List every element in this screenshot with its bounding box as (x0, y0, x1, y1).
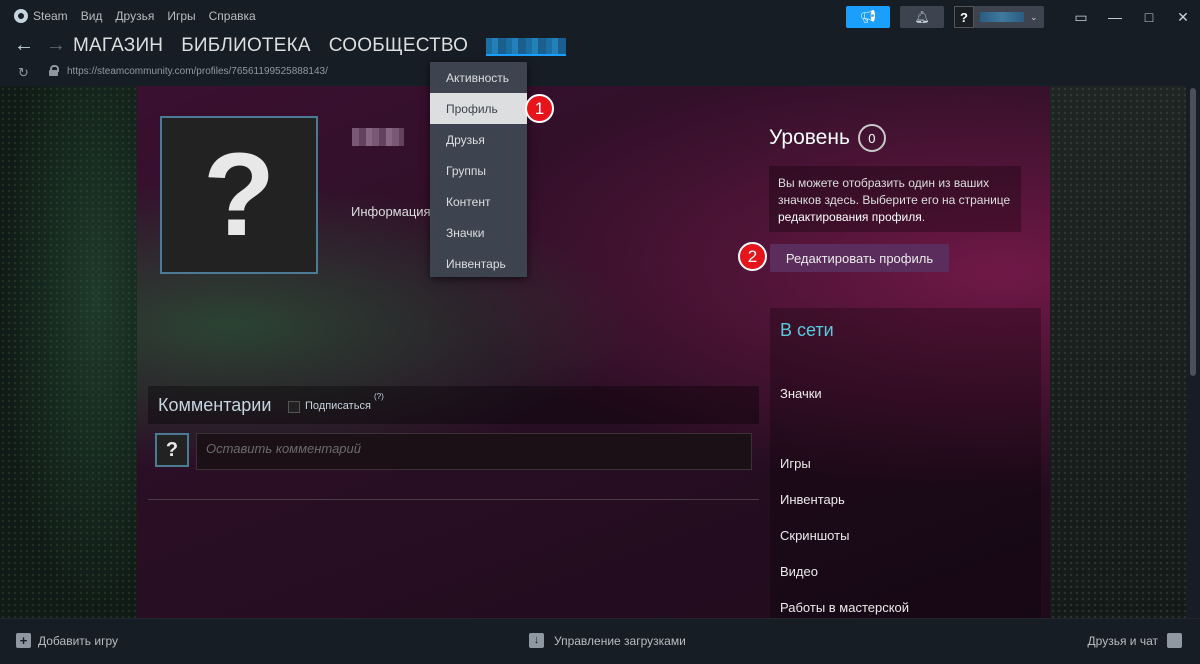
online-status-box: В сети Значки Игры Инвентарь Скриншоты В… (770, 308, 1041, 618)
account-name-redacted (980, 12, 1024, 22)
profile-info-label: Информация (351, 204, 431, 219)
download-icon: ↓ (529, 633, 544, 648)
steam-logo-icon[interactable] (14, 9, 28, 23)
persona-name-redacted (352, 128, 404, 146)
profile-dropdown-menu: Активность Профиль Друзья Группы Контент… (430, 62, 527, 277)
notifications-button[interactable]: 🔔︎ (900, 6, 944, 28)
menu-games[interactable]: Игры (167, 9, 195, 23)
background-left (0, 86, 137, 618)
url-bar: ↻ https://steamcommunity.com/profiles/76… (0, 62, 1200, 84)
back-arrow-icon[interactable]: ← (14, 34, 34, 57)
tab-library[interactable]: БИБЛИОТЕКА (181, 35, 311, 57)
tab-community[interactable]: СООБЩЕСТВО (329, 35, 468, 57)
comments-title: Комментарии (158, 395, 272, 415)
announcements-button[interactable]: 📢︎ (846, 6, 890, 28)
link-badges[interactable]: Значки (780, 386, 822, 401)
badge-info-box: Вы можете отобразить один из ваших значк… (769, 166, 1021, 232)
annotation-marker-1: 1 (525, 94, 554, 123)
edit-profile-link[interactable]: редактирования профиля (778, 210, 922, 224)
link-workshop[interactable]: Работы в мастерской (780, 600, 909, 615)
link-videos[interactable]: Видео (780, 564, 818, 579)
link-games[interactable]: Игры (780, 456, 811, 471)
badge-info-text: Вы можете отобразить один из ваших значк… (778, 176, 1011, 207)
add-game-button[interactable]: + Добавить игру (16, 633, 118, 648)
subscribe-label[interactable]: Подписаться (305, 400, 371, 412)
minimize-icon[interactable]: — (1098, 9, 1132, 25)
dropdown-item-badges[interactable]: Значки (430, 217, 527, 248)
dropdown-item-inventory[interactable]: Инвентарь (430, 248, 527, 279)
nav-row: ← → МАГАЗИН БИБЛИОТЕКА СООБЩЕСТВО (0, 34, 1200, 62)
dropdown-item-content[interactable]: Контент (430, 186, 527, 217)
title-bar: Steam Вид Друзья Игры Справка 📢︎ 🔔︎ ? ⌄ … (0, 0, 1200, 34)
bell-icon: 🔔︎ (914, 10, 930, 24)
url-text[interactable]: https://steamcommunity.com/profiles/7656… (67, 66, 328, 77)
friends-icon (1167, 633, 1182, 648)
edit-profile-button[interactable]: Редактировать профиль (770, 244, 949, 272)
tab-username-redacted[interactable] (486, 38, 567, 56)
annotation-marker-2: 2 (738, 242, 767, 271)
lock-icon (49, 65, 59, 76)
background-right (1050, 86, 1186, 618)
menu-steam[interactable]: Steam (33, 9, 68, 23)
add-game-label: Добавить игру (38, 633, 118, 648)
menu-friends[interactable]: Друзья (115, 9, 154, 23)
chevron-down-icon: ⌄ (1030, 11, 1038, 22)
divider (148, 499, 759, 500)
megaphone-icon: 📢︎ (859, 9, 877, 24)
profile-page: ? Информация Уровень 0 Вы можете отобраз… (0, 86, 1200, 618)
account-menu[interactable]: ? ⌄ (954, 6, 1044, 28)
downloads-button[interactable]: ↓ Управление загрузками (529, 633, 686, 648)
scrollbar-thumb[interactable] (1190, 88, 1196, 376)
dropdown-item-activity[interactable]: Активность (430, 62, 527, 93)
comments-header: Комментарии Подписаться (?) (148, 386, 759, 424)
comment-avatar: ? (155, 433, 189, 467)
reload-icon[interactable]: ↻ (18, 65, 29, 81)
close-icon[interactable]: ✕ (1166, 9, 1200, 26)
profile-avatar: ? (160, 116, 318, 274)
menu-view[interactable]: Вид (81, 9, 103, 23)
maximize-icon[interactable]: □ (1132, 9, 1166, 25)
dropdown-item-friends[interactable]: Друзья (430, 124, 527, 155)
dropdown-item-groups[interactable]: Группы (430, 155, 527, 186)
link-screenshots[interactable]: Скриншоты (780, 528, 849, 543)
level-badge: 0 (857, 124, 886, 152)
link-inventory[interactable]: Инвентарь (780, 492, 845, 507)
friends-chat-label: Друзья и чат (1087, 633, 1158, 648)
bottom-bar: + Добавить игру ↓ Управление загрузками … (0, 618, 1200, 664)
account-avatar: ? (954, 6, 974, 28)
subscribe-checkbox[interactable] (288, 401, 300, 413)
level-header: Уровень 0 (769, 124, 886, 152)
badge-info-end: . (921, 210, 926, 224)
big-picture-icon[interactable]: ▭ (1064, 9, 1098, 26)
online-status: В сети (780, 320, 834, 340)
comment-input[interactable]: Оставить комментарий (196, 433, 752, 470)
scrollbar[interactable] (1186, 86, 1200, 618)
menu-bar: Steam Вид Друзья Игры Справка (14, 9, 269, 23)
forward-arrow-icon[interactable]: → (46, 34, 66, 57)
dropdown-item-profile[interactable]: Профиль (430, 93, 527, 124)
menu-help[interactable]: Справка (209, 9, 256, 23)
downloads-label: Управление загрузками (554, 633, 686, 648)
avatar-placeholder: ? (202, 129, 276, 261)
tab-store[interactable]: МАГАЗИН (73, 35, 163, 57)
friends-chat-button[interactable]: Друзья и чат (1088, 633, 1182, 648)
level-title: Уровень (769, 126, 850, 149)
plus-icon: + (16, 633, 31, 648)
help-icon[interactable]: (?) (374, 392, 384, 401)
